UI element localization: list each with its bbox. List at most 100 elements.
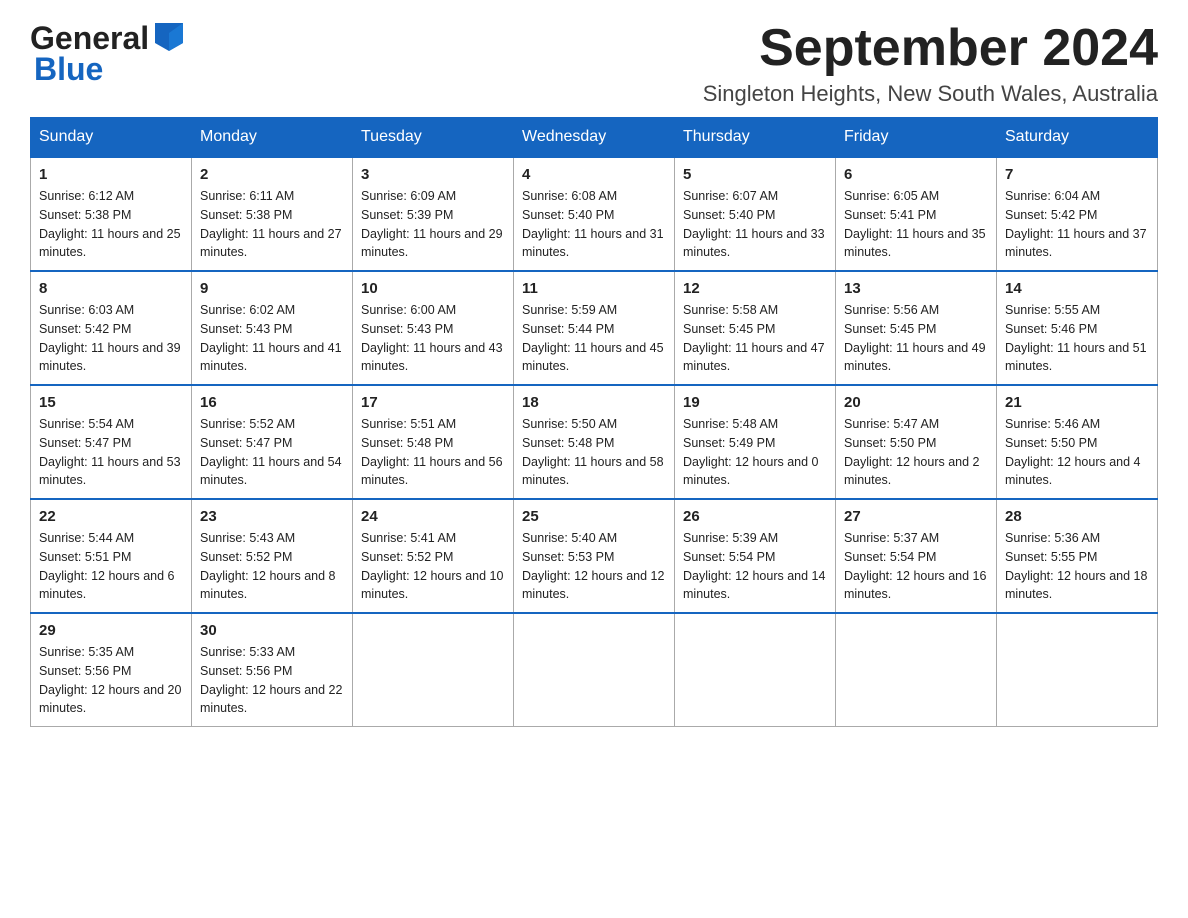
table-row: 17 Sunrise: 5:51 AM Sunset: 5:48 PM Dayl… bbox=[353, 385, 514, 499]
day-info: Sunrise: 5:50 AM Sunset: 5:48 PM Dayligh… bbox=[522, 415, 666, 490]
daylight-label: Daylight: 11 hours and 31 minutes. bbox=[522, 227, 664, 260]
daylight-label: Daylight: 12 hours and 8 minutes. bbox=[200, 569, 336, 602]
day-info: Sunrise: 6:03 AM Sunset: 5:42 PM Dayligh… bbox=[39, 301, 183, 376]
calendar-week-row: 15 Sunrise: 5:54 AM Sunset: 5:47 PM Dayl… bbox=[31, 385, 1158, 499]
day-info: Sunrise: 5:36 AM Sunset: 5:55 PM Dayligh… bbox=[1005, 529, 1149, 604]
table-row: 27 Sunrise: 5:37 AM Sunset: 5:54 PM Dayl… bbox=[836, 499, 997, 613]
col-saturday: Saturday bbox=[997, 118, 1158, 158]
table-row: 24 Sunrise: 5:41 AM Sunset: 5:52 PM Dayl… bbox=[353, 499, 514, 613]
day-number: 15 bbox=[39, 394, 183, 411]
day-number: 9 bbox=[200, 280, 344, 297]
sunset-label: Sunset: 5:40 PM bbox=[683, 208, 775, 222]
sunrise-label: Sunrise: 5:43 AM bbox=[200, 531, 295, 545]
table-row: 1 Sunrise: 6:12 AM Sunset: 5:38 PM Dayli… bbox=[31, 157, 192, 271]
day-info: Sunrise: 5:43 AM Sunset: 5:52 PM Dayligh… bbox=[200, 529, 344, 604]
sunrise-label: Sunrise: 5:36 AM bbox=[1005, 531, 1100, 545]
daylight-label: Daylight: 11 hours and 35 minutes. bbox=[844, 227, 986, 260]
daylight-label: Daylight: 11 hours and 27 minutes. bbox=[200, 227, 342, 260]
day-info: Sunrise: 5:58 AM Sunset: 5:45 PM Dayligh… bbox=[683, 301, 827, 376]
daylight-label: Daylight: 11 hours and 25 minutes. bbox=[39, 227, 181, 260]
daylight-label: Daylight: 11 hours and 37 minutes. bbox=[1005, 227, 1147, 260]
sunrise-label: Sunrise: 5:44 AM bbox=[39, 531, 134, 545]
day-number: 11 bbox=[522, 280, 666, 297]
sunset-label: Sunset: 5:48 PM bbox=[522, 436, 614, 450]
day-number: 26 bbox=[683, 508, 827, 525]
day-number: 25 bbox=[522, 508, 666, 525]
sunset-label: Sunset: 5:56 PM bbox=[39, 664, 131, 678]
daylight-label: Daylight: 11 hours and 54 minutes. bbox=[200, 455, 342, 488]
table-row: 16 Sunrise: 5:52 AM Sunset: 5:47 PM Dayl… bbox=[192, 385, 353, 499]
table-row: 3 Sunrise: 6:09 AM Sunset: 5:39 PM Dayli… bbox=[353, 157, 514, 271]
sunset-label: Sunset: 5:42 PM bbox=[39, 322, 131, 336]
daylight-label: Daylight: 12 hours and 10 minutes. bbox=[361, 569, 503, 602]
logo-blue-text: Blue bbox=[34, 51, 103, 88]
sunset-label: Sunset: 5:43 PM bbox=[200, 322, 292, 336]
daylight-label: Daylight: 11 hours and 39 minutes. bbox=[39, 341, 181, 374]
day-number: 8 bbox=[39, 280, 183, 297]
location-subheading: Singleton Heights, New South Wales, Aust… bbox=[703, 81, 1158, 107]
sunrise-label: Sunrise: 5:41 AM bbox=[361, 531, 456, 545]
table-row: 6 Sunrise: 6:05 AM Sunset: 5:41 PM Dayli… bbox=[836, 157, 997, 271]
day-info: Sunrise: 5:54 AM Sunset: 5:47 PM Dayligh… bbox=[39, 415, 183, 490]
daylight-label: Daylight: 12 hours and 18 minutes. bbox=[1005, 569, 1147, 602]
sunset-label: Sunset: 5:55 PM bbox=[1005, 550, 1097, 564]
sunset-label: Sunset: 5:45 PM bbox=[683, 322, 775, 336]
day-number: 24 bbox=[361, 508, 505, 525]
daylight-label: Daylight: 12 hours and 20 minutes. bbox=[39, 683, 181, 716]
sunrise-label: Sunrise: 5:48 AM bbox=[683, 417, 778, 431]
sunrise-label: Sunrise: 6:12 AM bbox=[39, 189, 134, 203]
day-number: 3 bbox=[361, 166, 505, 183]
day-number: 30 bbox=[200, 622, 344, 639]
sunset-label: Sunset: 5:47 PM bbox=[39, 436, 131, 450]
daylight-label: Daylight: 11 hours and 58 minutes. bbox=[522, 455, 664, 488]
page-header: General Blue September 2024 Singleton He… bbox=[30, 20, 1158, 107]
day-info: Sunrise: 6:08 AM Sunset: 5:40 PM Dayligh… bbox=[522, 187, 666, 262]
table-row bbox=[997, 613, 1158, 727]
daylight-label: Daylight: 12 hours and 16 minutes. bbox=[844, 569, 986, 602]
sunrise-label: Sunrise: 5:47 AM bbox=[844, 417, 939, 431]
table-row: 30 Sunrise: 5:33 AM Sunset: 5:56 PM Dayl… bbox=[192, 613, 353, 727]
table-row: 14 Sunrise: 5:55 AM Sunset: 5:46 PM Dayl… bbox=[997, 271, 1158, 385]
sunrise-label: Sunrise: 6:11 AM bbox=[200, 189, 294, 203]
sunrise-label: Sunrise: 5:46 AM bbox=[1005, 417, 1100, 431]
day-info: Sunrise: 6:04 AM Sunset: 5:42 PM Dayligh… bbox=[1005, 187, 1149, 262]
sunset-label: Sunset: 5:39 PM bbox=[361, 208, 453, 222]
day-info: Sunrise: 6:00 AM Sunset: 5:43 PM Dayligh… bbox=[361, 301, 505, 376]
day-number: 27 bbox=[844, 508, 988, 525]
calendar-week-row: 29 Sunrise: 5:35 AM Sunset: 5:56 PM Dayl… bbox=[31, 613, 1158, 727]
day-number: 7 bbox=[1005, 166, 1149, 183]
daylight-label: Daylight: 11 hours and 56 minutes. bbox=[361, 455, 503, 488]
day-info: Sunrise: 5:48 AM Sunset: 5:49 PM Dayligh… bbox=[683, 415, 827, 490]
table-row: 19 Sunrise: 5:48 AM Sunset: 5:49 PM Dayl… bbox=[675, 385, 836, 499]
col-thursday: Thursday bbox=[675, 118, 836, 158]
day-number: 19 bbox=[683, 394, 827, 411]
sunset-label: Sunset: 5:43 PM bbox=[361, 322, 453, 336]
col-friday: Friday bbox=[836, 118, 997, 158]
sunrise-label: Sunrise: 5:54 AM bbox=[39, 417, 134, 431]
sunset-label: Sunset: 5:54 PM bbox=[844, 550, 936, 564]
day-number: 17 bbox=[361, 394, 505, 411]
sunrise-label: Sunrise: 5:52 AM bbox=[200, 417, 295, 431]
sunset-label: Sunset: 5:49 PM bbox=[683, 436, 775, 450]
sunset-label: Sunset: 5:56 PM bbox=[200, 664, 292, 678]
day-info: Sunrise: 5:59 AM Sunset: 5:44 PM Dayligh… bbox=[522, 301, 666, 376]
sunrise-label: Sunrise: 5:56 AM bbox=[844, 303, 939, 317]
day-number: 29 bbox=[39, 622, 183, 639]
month-year-heading: September 2024 bbox=[703, 20, 1158, 77]
daylight-label: Daylight: 12 hours and 0 minutes. bbox=[683, 455, 819, 488]
daylight-label: Daylight: 11 hours and 49 minutes. bbox=[844, 341, 986, 374]
sunset-label: Sunset: 5:51 PM bbox=[39, 550, 131, 564]
day-info: Sunrise: 6:09 AM Sunset: 5:39 PM Dayligh… bbox=[361, 187, 505, 262]
day-info: Sunrise: 6:12 AM Sunset: 5:38 PM Dayligh… bbox=[39, 187, 183, 262]
table-row: 21 Sunrise: 5:46 AM Sunset: 5:50 PM Dayl… bbox=[997, 385, 1158, 499]
table-row: 10 Sunrise: 6:00 AM Sunset: 5:43 PM Dayl… bbox=[353, 271, 514, 385]
day-info: Sunrise: 6:02 AM Sunset: 5:43 PM Dayligh… bbox=[200, 301, 344, 376]
daylight-label: Daylight: 11 hours and 53 minutes. bbox=[39, 455, 181, 488]
daylight-label: Daylight: 11 hours and 29 minutes. bbox=[361, 227, 503, 260]
day-number: 28 bbox=[1005, 508, 1149, 525]
logo: General Blue bbox=[30, 20, 187, 88]
day-number: 4 bbox=[522, 166, 666, 183]
daylight-label: Daylight: 11 hours and 45 minutes. bbox=[522, 341, 664, 374]
sunrise-label: Sunrise: 5:55 AM bbox=[1005, 303, 1100, 317]
sunrise-label: Sunrise: 6:03 AM bbox=[39, 303, 134, 317]
